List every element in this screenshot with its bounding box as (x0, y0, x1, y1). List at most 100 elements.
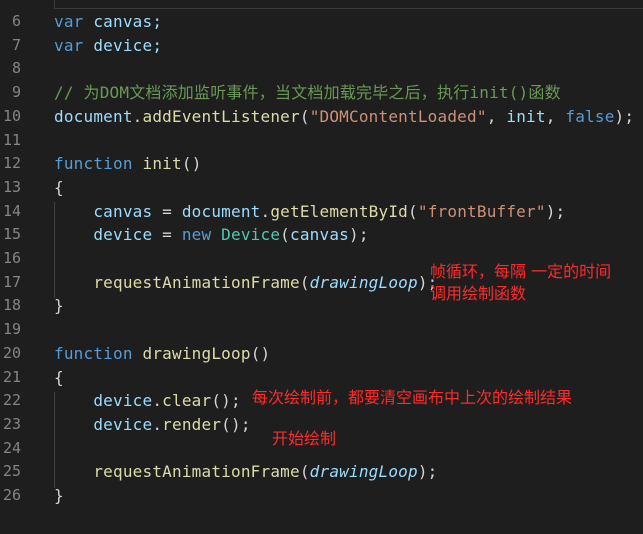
line-number: 14 (2, 201, 21, 220)
code-token: , (486, 106, 507, 126)
code-token: Device (221, 225, 281, 245)
code-token: canvas (290, 225, 350, 245)
code-token: drawingLoop (142, 343, 251, 363)
line-number: 17 (2, 272, 21, 291)
code-token: var (54, 12, 84, 31)
code-token: function (54, 343, 133, 363)
code-token: . (152, 414, 163, 434)
code-token: canvas; (83, 12, 163, 31)
code-token: init (142, 154, 182, 174)
line-number: 19 (2, 320, 21, 339)
annotation-render: 开始绘制 (272, 429, 337, 448)
code-token: init (506, 106, 546, 126)
line-number: 7 (11, 35, 21, 54)
code-token: (); (211, 391, 241, 411)
code-text: canvas = document.getElementById("frontB… (54, 200, 565, 223)
code-line[interactable]: 20 function drawingLoop() (0, 342, 643, 365)
code-text: } (54, 484, 64, 507)
code-token: device (54, 225, 153, 245)
code-text: document.addEventListener("DOMContentLoa… (54, 105, 634, 128)
code-token: ( (408, 201, 418, 221)
code-text: function drawingLoop() (54, 342, 270, 365)
code-token: requestAnimationFrame (54, 462, 300, 482)
code-token: "DOMContentLoaded" (309, 106, 487, 126)
code-token: = (152, 201, 182, 221)
annotation-clear: 每次绘制前，都要清空画布中上次的绘制结果 (252, 388, 573, 407)
line-number: 24 (2, 438, 21, 457)
line-number: 20 (2, 343, 21, 362)
code-token: clear (162, 391, 212, 411)
line-number: 13 (2, 177, 21, 196)
annotation-frame-loop-1: 帧循环，每隔 一定的时间 (430, 262, 612, 281)
code-text: } (54, 294, 64, 317)
code-line[interactable]: 26} (0, 484, 643, 507)
code-token: new (181, 225, 212, 245)
line-number: 9 (11, 83, 21, 102)
code-token: requestAnimationFrame (54, 272, 300, 292)
code-text: device = new Device(canvas); (54, 223, 369, 246)
code-token: } (54, 486, 64, 505)
code-token: { (54, 367, 64, 387)
code-token: (); (221, 414, 251, 434)
code-line[interactable]: 7 var device; (0, 34, 643, 57)
code-line[interactable]: 19 (0, 318, 643, 341)
code-line[interactable]: 13 { (0, 176, 643, 199)
code-text: { (54, 366, 64, 389)
code-token: device; (83, 35, 163, 55)
code-token: device (54, 414, 153, 434)
code-editor[interactable]: 6 var canvas; 7 var device; 8 9 // 为DOM文档添加监听事… (0, 0, 643, 534)
code-token: () (250, 343, 271, 363)
line-number: 11 (2, 130, 21, 149)
code-text: var device; (54, 34, 162, 57)
code-token: addEventListener (142, 106, 300, 126)
code-line[interactable]: 12 function init() (0, 152, 643, 175)
code-token: document (181, 201, 261, 221)
code-text: // 为DOM文档添加监听事件，当文档加载完毕之后，执行init()函数 (54, 81, 561, 104)
line-number: 23 (2, 414, 21, 433)
code-line[interactable]: 11 (0, 129, 643, 152)
code-line[interactable]: 18} (0, 294, 643, 317)
code-token: "frontBuffer" (417, 201, 546, 221)
code-line[interactable]: 9 // 为DOM文档添加监听事件，当文档加载完毕之后，执行init()函数 (0, 81, 643, 104)
code-text: device.clear(); (54, 389, 241, 412)
code-line[interactable]: 6 var canvas; (0, 10, 643, 33)
code-token: // 为DOM文档添加监听事件，当文档加载完毕之后，执行init()函数 (54, 83, 561, 103)
previous-line-border (54, 0, 643, 9)
code-line[interactable]: 21 { (0, 366, 643, 389)
code-token: . (260, 201, 271, 221)
line-number: 25 (2, 462, 21, 481)
code-token: getElementById (270, 201, 409, 221)
code-line[interactable]: 15 device = new Device(canvas); (0, 223, 643, 246)
code-line[interactable]: 14 canvas = document.getElementById("fro… (0, 200, 643, 223)
code-token: ( (299, 462, 310, 482)
code-token: ( (299, 106, 310, 126)
code-token: . (132, 106, 143, 126)
code-line[interactable]: 10 document.addEventListener("DOMContentL… (0, 105, 643, 128)
code-token: ( (299, 272, 310, 292)
code-text: var canvas; (54, 10, 162, 33)
code-token: } (54, 296, 64, 316)
line-number: 8 (11, 59, 21, 78)
code-text: { (54, 176, 64, 199)
code-token: canvas (54, 201, 153, 221)
code-token: ); (545, 201, 566, 221)
code-token: var (54, 35, 84, 55)
code-token: function (54, 154, 133, 174)
code-line[interactable]: 25 requestAnimationFrame(drawingLoop); (0, 460, 643, 483)
annotation-frame-loop-2: 调用绘制函数 (430, 284, 527, 303)
line-number: 26 (2, 486, 21, 504)
code-line[interactable]: 8 (0, 57, 643, 80)
code-token: { (54, 177, 64, 197)
line-number: 15 (2, 225, 21, 244)
code-token: , (545, 106, 566, 126)
code-token: device (54, 391, 153, 411)
code-token: ); (417, 462, 438, 482)
line-number: 10 (2, 106, 21, 125)
line-number: 21 (2, 367, 21, 386)
code-token: = (152, 225, 182, 245)
code-text: device.render(); (54, 413, 251, 436)
line-number: 18 (2, 296, 21, 315)
code-text: requestAnimationFrame(drawingLoop); (54, 460, 438, 483)
code-token: drawingLoop (309, 462, 418, 482)
